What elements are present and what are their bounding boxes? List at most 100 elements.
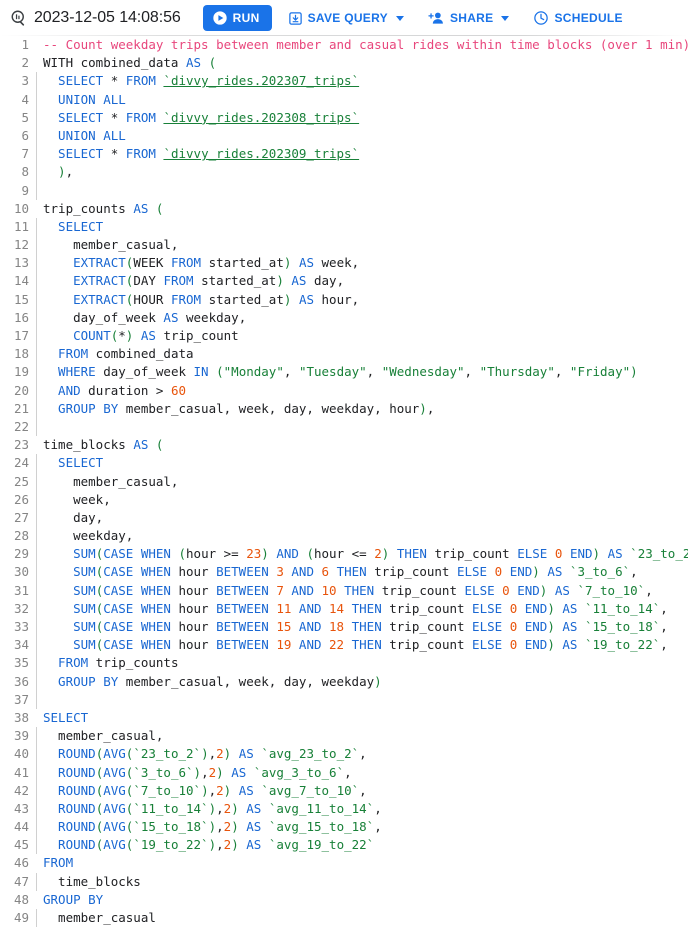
code-line[interactable]: 8 ), [0, 163, 688, 182]
code-line[interactable]: 13 EXTRACT(WEEK FROM started_at) AS week… [0, 254, 688, 273]
code-line[interactable]: 40 ROUND(AVG(`23_to_2`),2) AS `avg_23_to… [0, 745, 688, 764]
code-text[interactable]: -- Count weekday trips between member an… [36, 36, 688, 54]
code-line[interactable]: 4 UNION ALL [0, 90, 688, 109]
code-text[interactable]: SELECT * FROM `divvy_rides.202308_trips` [36, 108, 688, 127]
code-line[interactable]: 39 member_casual, [0, 727, 688, 746]
code-text[interactable]: UNION ALL [36, 126, 688, 146]
sql-editor[interactable]: 1 -- Count weekday trips between member a… [0, 36, 688, 929]
code-line[interactable]: 24 SELECT [0, 454, 688, 473]
code-line[interactable]: 17 COUNT(*) AS trip_count [0, 327, 688, 346]
code-text[interactable]: SELECT * FROM `divvy_rides.202307_trips` [36, 72, 688, 91]
code-line[interactable]: 2 WITH combined_data AS ( [0, 54, 688, 72]
code-line[interactable]: 38 SELECT [0, 709, 688, 727]
code-line[interactable]: 5 SELECT * FROM `divvy_rides.202308_trip… [0, 108, 688, 127]
code-line[interactable]: 22 [0, 417, 688, 437]
code-line[interactable]: 43 ROUND(AVG(`11_to_14`),2) AS `avg_11_t… [0, 799, 688, 819]
chevron-down-icon[interactable] [501, 15, 510, 21]
code-text[interactable]: ROUND(AVG(`15_to_18`),2) AS `avg_15_to_1… [36, 818, 688, 837]
chevron-down-icon[interactable] [395, 15, 404, 21]
code-text[interactable]: day, [36, 508, 688, 528]
code-line[interactable]: 33 SUM(CASE WHEN hour BETWEEN 15 AND 18 … [0, 618, 688, 637]
code-text[interactable]: day_of_week AS weekday, [36, 308, 688, 327]
code-line[interactable]: 18 FROM combined_data [0, 345, 688, 364]
code-text[interactable]: SUM(CASE WHEN hour BETWEEN 7 AND 10 THEN… [36, 581, 688, 600]
code-text[interactable]: SUM(CASE WHEN hour BETWEEN 3 AND 6 THEN … [36, 563, 688, 582]
code-text[interactable]: GROUP BY member_casual, week, day, weekd… [36, 399, 688, 418]
code-text[interactable]: EXTRACT(WEEK FROM started_at) AS week, [36, 254, 688, 273]
code-text[interactable]: week, [36, 490, 688, 509]
code-text[interactable]: ), [36, 163, 688, 182]
code-text[interactable]: weekday, [36, 527, 688, 546]
code-text[interactable]: FROM trip_counts [36, 654, 688, 673]
code-text[interactable]: SELECT [36, 454, 688, 473]
share-button[interactable]: SHARE [422, 5, 516, 31]
code-line[interactable]: 26 week, [0, 490, 688, 509]
code-line[interactable]: 15 EXTRACT(HOUR FROM started_at) AS hour… [0, 290, 688, 309]
code-text[interactable]: WITH combined_data AS ( [36, 54, 688, 72]
code-line[interactable]: 48 GROUP BY [0, 891, 688, 909]
code-text[interactable]: time_blocks [36, 872, 688, 891]
code-text[interactable]: AND duration > 60 [36, 381, 688, 400]
code-text[interactable]: EXTRACT(HOUR FROM started_at) AS hour, [36, 290, 688, 309]
code-text[interactable]: ROUND(AVG(`11_to_14`),2) AS `avg_11_to_1… [36, 799, 688, 819]
code-line[interactable]: 42 ROUND(AVG(`7_to_10`),2) AS `avg_7_to_… [0, 781, 688, 800]
code-text[interactable]: WHERE day_of_week IN ("Monday", "Tuesday… [36, 363, 688, 382]
code-text[interactable]: ROUND(AVG(`23_to_2`),2) AS `avg_23_to_2`… [36, 745, 688, 764]
code-text[interactable]: SUM(CASE WHEN hour BETWEEN 15 AND 18 THE… [36, 618, 688, 637]
code-line[interactable]: 10 trip_counts AS ( [0, 200, 688, 218]
code-text[interactable]: ROUND(AVG(`3_to_6`),2) AS `avg_3_to_6`, [36, 763, 688, 782]
code-text[interactable]: trip_counts AS ( [36, 200, 688, 218]
code-line[interactable]: 23 time_blocks AS ( [0, 436, 688, 454]
code-text[interactable]: ROUND(AVG(`19_to_22`),2) AS `avg_19_to_2… [36, 836, 688, 855]
code-line[interactable]: 46 FROM [0, 854, 688, 872]
code-text[interactable]: time_blocks AS ( [36, 436, 688, 454]
code-text[interactable]: FROM [36, 854, 688, 872]
code-text[interactable]: member_casual, [36, 472, 688, 491]
code-line[interactable]: 34 SUM(CASE WHEN hour BETWEEN 19 AND 22 … [0, 636, 688, 655]
code-line[interactable]: 41 ROUND(AVG(`3_to_6`),2) AS `avg_3_to_6… [0, 763, 688, 782]
code-line[interactable]: 12 member_casual, [0, 236, 688, 255]
code-line[interactable]: 9 [0, 181, 688, 200]
code-line[interactable]: 16 day_of_week AS weekday, [0, 308, 688, 327]
code-line[interactable]: 36 GROUP BY member_casual, week, day, we… [0, 672, 688, 691]
code-text[interactable]: UNION ALL [36, 90, 688, 109]
code-text[interactable]: SUM(CASE WHEN hour BETWEEN 11 AND 14 THE… [36, 599, 688, 618]
save-query-button[interactable]: SAVE QUERY [282, 5, 410, 31]
code-text[interactable]: SUM(CASE WHEN (hour >= 23) AND (hour <= … [36, 545, 688, 564]
code-text[interactable]: SELECT * FROM `divvy_rides.202309_trips` [36, 145, 688, 164]
code-text[interactable]: member_casual, [36, 727, 688, 746]
code-text[interactable]: SUM(CASE WHEN hour BETWEEN 19 AND 22 THE… [36, 636, 688, 655]
code-line[interactable]: 19 WHERE day_of_week IN ("Monday", "Tues… [0, 363, 688, 382]
run-button[interactable]: RUN [202, 5, 272, 31]
code-text[interactable]: member_casual [36, 909, 688, 928]
code-text[interactable]: COUNT(*) AS trip_count [36, 327, 688, 346]
code-line[interactable]: 31 SUM(CASE WHEN hour BETWEEN 7 AND 10 T… [0, 581, 688, 600]
code-line[interactable]: 47 time_blocks [0, 872, 688, 891]
code-text[interactable]: GROUP BY member_casual, week, day, weekd… [36, 672, 688, 691]
code-text[interactable]: ROUND(AVG(`7_to_10`),2) AS `avg_7_to_10`… [36, 781, 688, 800]
code-line[interactable]: 49 member_casual [0, 909, 688, 928]
schedule-button[interactable]: SCHEDULE [527, 5, 628, 31]
code-line[interactable]: 3 SELECT * FROM `divvy_rides.202307_trip… [0, 72, 688, 91]
code-line[interactable]: 44 ROUND(AVG(`15_to_18`),2) AS `avg_15_t… [0, 818, 688, 837]
code-line[interactable]: 29 SUM(CASE WHEN (hour >= 23) AND (hour … [0, 545, 688, 564]
code-text[interactable]: EXTRACT(DAY FROM started_at) AS day, [36, 272, 688, 291]
code-text[interactable]: GROUP BY [36, 891, 688, 909]
code-line[interactable]: 14 EXTRACT(DAY FROM started_at) AS day, [0, 272, 688, 291]
code-line[interactable]: 6 UNION ALL [0, 126, 688, 146]
code-line[interactable]: 35 FROM trip_counts [0, 654, 688, 673]
code-line[interactable]: 28 weekday, [0, 527, 688, 546]
code-line[interactable]: 11 SELECT [0, 217, 688, 237]
code-line[interactable]: 27 day, [0, 508, 688, 528]
code-text[interactable] [36, 417, 688, 437]
code-line[interactable]: 7 SELECT * FROM `divvy_rides.202309_trip… [0, 145, 688, 164]
code-text[interactable]: FROM combined_data [36, 345, 688, 364]
code-line[interactable]: 45 ROUND(AVG(`19_to_22`),2) AS `avg_19_t… [0, 836, 688, 855]
code-line[interactable]: 32 SUM(CASE WHEN hour BETWEEN 11 AND 14 … [0, 599, 688, 618]
code-text[interactable]: SELECT [36, 709, 688, 727]
code-text[interactable]: SELECT [36, 217, 688, 237]
code-line[interactable]: 30 SUM(CASE WHEN hour BETWEEN 3 AND 6 TH… [0, 563, 688, 582]
code-line[interactable]: 20 AND duration > 60 [0, 381, 688, 400]
code-line[interactable]: 25 member_casual, [0, 472, 688, 491]
code-text[interactable] [36, 690, 688, 709]
